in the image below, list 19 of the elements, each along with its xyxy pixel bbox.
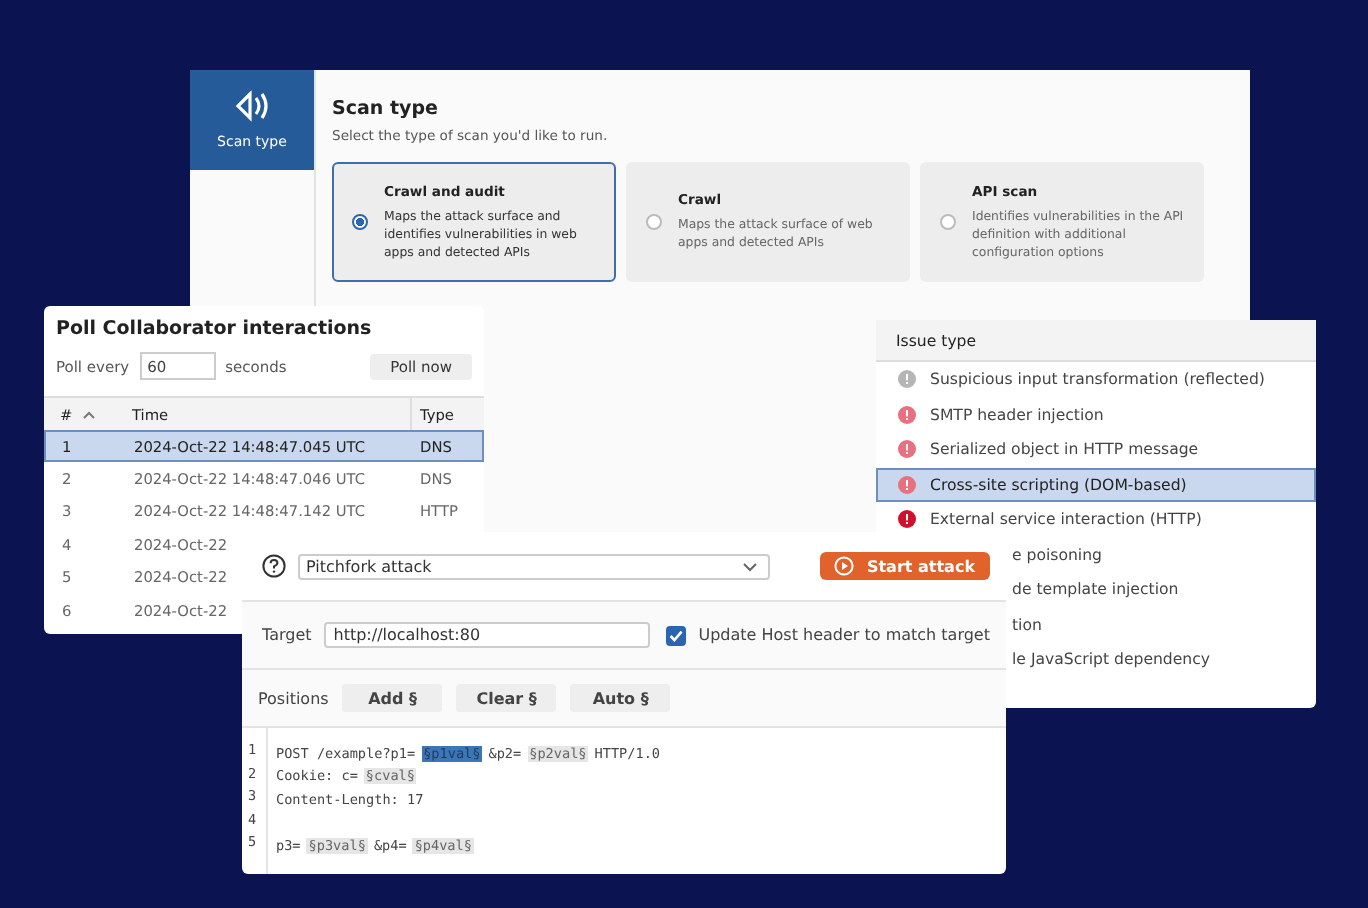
position-button[interactable]: Add § [342,684,443,712]
positions-label: Positions [258,689,329,707]
position-button[interactable]: Clear § [456,684,557,712]
help-icon[interactable] [262,554,286,578]
radio-button[interactable] [940,214,956,230]
play-icon [834,556,855,576]
signal-icon [232,90,272,122]
window-title: Poll Collaborator interactions [54,318,374,340]
radio-button[interactable] [646,214,662,230]
attack-type-dropdown[interactable]: Pitchfork attack [298,553,770,579]
target-field[interactable]: http://localhost:80 [323,622,651,648]
checkbox[interactable] [666,625,687,645]
position-button[interactable]: Auto § [570,684,671,712]
checkbox-label: Update Host header to match target [698,626,990,644]
sort-caret-icon [82,409,97,419]
radio-button[interactable] [352,214,368,230]
section-title: Scan type [332,98,440,120]
target-label: Target [262,626,312,644]
chevron-down-icon [742,561,758,571]
